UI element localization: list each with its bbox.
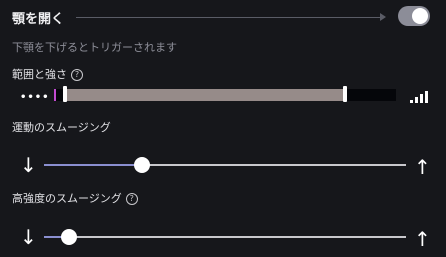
trigger-description: 下顎を下げるとトリガーされます	[12, 41, 177, 54]
arrow-down-icon: ↓	[20, 153, 37, 177]
motion-smoothing-label: 運動のスムージング	[12, 121, 111, 134]
toggle-knob	[412, 8, 428, 24]
arrow-up-icon: ↑	[414, 155, 431, 179]
motion-smoothing-fill	[44, 164, 142, 166]
header-divider-line	[76, 17, 384, 18]
help-icon[interactable]: ?	[125, 193, 138, 205]
range-min-handle[interactable]	[63, 86, 67, 102]
high-intensity-smoothing-track[interactable]	[44, 236, 406, 238]
range-fill	[64, 89, 346, 101]
signal-bars-icon	[410, 91, 430, 103]
help-icon[interactable]: ?	[71, 69, 83, 81]
range-max-handle[interactable]	[343, 86, 347, 102]
motion-smoothing-knob[interactable]	[133, 157, 150, 173]
arrow-up-icon: ↑	[414, 227, 431, 251]
section-title: 顎を開く	[12, 12, 65, 27]
arrow-right-icon	[380, 13, 386, 21]
high-intensity-smoothing-label: 高強度のスムージング?	[12, 190, 138, 206]
range-low-indicator	[54, 89, 56, 101]
high-intensity-smoothing-text: 高強度のスムージング	[12, 192, 122, 205]
high-intensity-smoothing-knob[interactable]	[61, 229, 78, 245]
dots-icon: ••••	[20, 92, 50, 103]
arrow-down-icon: ↓	[20, 225, 37, 249]
range-strength-label: 範囲と強さ?	[12, 66, 83, 82]
range-strength-text: 範囲と強さ	[12, 68, 67, 81]
jaw-open-toggle[interactable]	[398, 6, 430, 26]
